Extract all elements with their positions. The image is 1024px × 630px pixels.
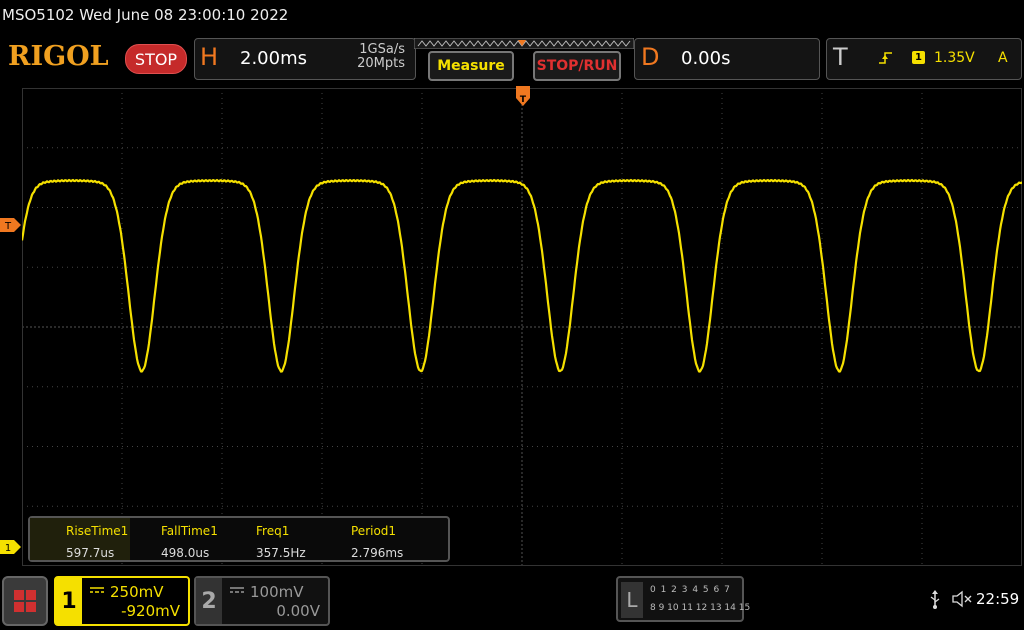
grid-menu-icon — [14, 590, 36, 612]
channel1-offset: -920mV — [121, 602, 180, 620]
measure-button[interactable]: Measure — [428, 51, 514, 81]
channel2-number: 2 — [196, 578, 222, 624]
timebase-value: 2.00ms — [240, 48, 307, 69]
digital-channels-row1: 0 1 2 3 4 5 6 7 — [650, 585, 731, 595]
acquisition-info: 1GSa/s 20Mpts — [343, 43, 405, 71]
channel1-scale: 250mV — [110, 583, 164, 601]
delay-letter: D — [641, 43, 660, 71]
measurement-value: 597.7us — [66, 546, 115, 560]
sample-rate: 1GSa/s — [359, 42, 405, 57]
trigger-mode: A — [998, 50, 1008, 66]
measurement-name: Period1 — [351, 524, 397, 538]
measurement-name: FallTime1 — [161, 524, 218, 538]
measurement-name: Freq1 — [256, 524, 290, 538]
rigol-logo: RIGOL — [8, 41, 109, 72]
trigger-level-label: T — [4, 221, 12, 232]
trigger-position-marker: T — [516, 86, 530, 106]
channel2-offset: 0.00V — [276, 602, 320, 620]
logic-analyzer-panel[interactable]: L 0 1 2 3 4 5 6 7 8 9 10 11 12 13 14 15 — [616, 576, 750, 622]
horizontal-letter: H — [200, 43, 219, 71]
channel1-offset-label: 1 — [5, 543, 11, 554]
model-datetime: MSO5102 Wed June 08 23:00:10 2022 — [2, 6, 289, 24]
memory-position-strip — [414, 38, 634, 49]
usb-icon — [930, 590, 940, 609]
stop-run-button[interactable]: STOP/RUN — [533, 51, 621, 81]
logic-analyzer-letter: L — [621, 582, 643, 618]
trigger-letter: T — [833, 43, 848, 71]
channel2-panel[interactable]: 2 100mV 0.00V — [194, 576, 330, 626]
channel1-offset-marker[interactable]: 1 — [0, 540, 22, 554]
measurement-period: Period1 2.796ms — [351, 524, 403, 560]
graticule — [22, 88, 1022, 566]
measurement-value: 357.5Hz — [256, 546, 306, 560]
trigger-position-label: T — [520, 95, 527, 105]
measurement-freq: Freq1 357.5Hz — [256, 524, 306, 560]
measurement-name: RiseTime1 — [66, 524, 129, 538]
measurement-value: 2.796ms — [351, 546, 404, 560]
trigger-source-badge: 1 — [912, 51, 925, 64]
channel1-number: 1 — [56, 578, 82, 624]
rising-edge-icon — [879, 52, 892, 64]
trigger-level-marker[interactable]: T — [0, 218, 22, 232]
measurement-risetime: RiseTime1 597.7us — [66, 524, 128, 560]
measurement-value: 498.0us — [161, 546, 210, 560]
waveform-display[interactable] — [22, 88, 1022, 566]
digital-channels-row2: 8 9 10 11 12 13 14 15 — [650, 603, 751, 613]
memory-depth: 20Mpts — [357, 56, 405, 71]
delay-value: 0.00s — [681, 48, 731, 69]
system-clock: 22:59 — [976, 590, 1020, 608]
channel2-scale: 100mV — [250, 583, 304, 601]
speaker-muted-icon[interactable] — [952, 590, 974, 608]
measurement-panel[interactable]: RiseTime1 597.7us FallTime1 498.0us Freq… — [28, 516, 450, 562]
main-menu-button[interactable] — [2, 576, 48, 626]
run-state-badge[interactable]: STOP — [125, 44, 187, 74]
measurement-falltime: FallTime1 498.0us — [161, 524, 218, 560]
trigger-level: 1.35V — [934, 50, 975, 66]
dc-coupling-icon — [90, 587, 104, 593]
channel1-panel[interactable]: 1 250mV -920mV — [54, 576, 190, 626]
dc-coupling-icon — [230, 587, 244, 593]
